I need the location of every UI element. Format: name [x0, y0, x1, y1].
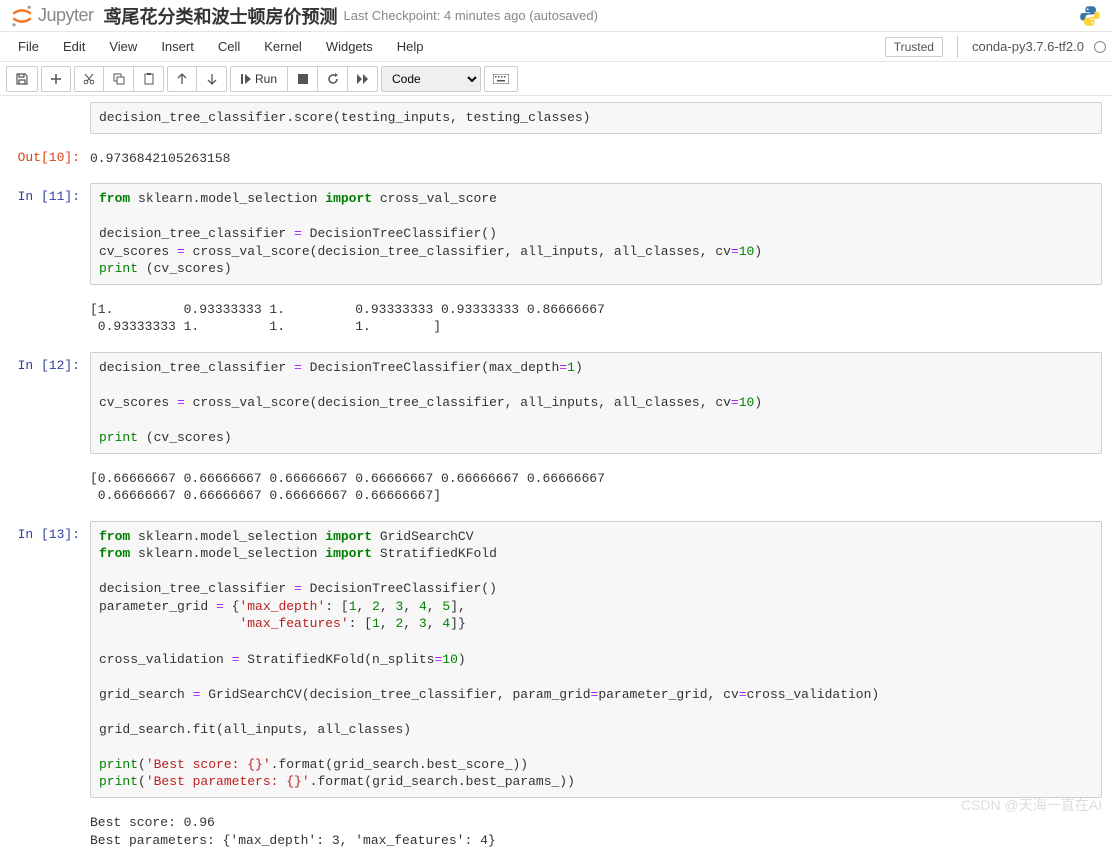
output-cell: [1. 0.93333333 1. 0.93333333 0.93333333 …: [0, 291, 1112, 346]
code-cell[interactable]: In [11]: from sklearn.model_selection im…: [0, 179, 1112, 289]
command-palette-button[interactable]: [484, 66, 518, 92]
menubar: File Edit View Insert Cell Kernel Widget…: [0, 32, 1112, 62]
kernel-name[interactable]: conda-py3.7.6-tf2.0: [972, 39, 1084, 54]
output-prompt: Out[10]:: [0, 144, 90, 174]
fast-forward-icon: [357, 74, 369, 84]
divider: [957, 36, 958, 58]
notebook-title[interactable]: 鸢尾花分类和波士顿房价预测: [104, 3, 338, 29]
stop-button[interactable]: [288, 66, 318, 92]
notebook-container: decision_tree_classifier.score(testing_i…: [0, 98, 1112, 859]
menu-help[interactable]: Help: [385, 35, 436, 58]
cell-type-select[interactable]: Code: [381, 66, 481, 92]
cell-output: [0.66666667 0.66666667 0.66666667 0.6666…: [90, 464, 1102, 511]
save-icon: [15, 72, 29, 86]
output-cell: [0.66666667 0.66666667 0.66666667 0.6666…: [0, 460, 1112, 515]
cell-output: 0.9736842105263158: [90, 144, 1102, 174]
move-up-button[interactable]: [167, 66, 197, 92]
output-prompt: [0, 808, 90, 855]
run-label: Run: [255, 72, 277, 86]
trusted-indicator[interactable]: Trusted: [885, 37, 943, 57]
menu-cell[interactable]: Cell: [206, 35, 252, 58]
input-prompt: In [12]:: [0, 352, 90, 454]
code-input[interactable]: from sklearn.model_selection import cros…: [90, 183, 1102, 285]
output-cell: Best score: 0.96 Best parameters: {'max_…: [0, 804, 1112, 859]
input-prompt: In [11]:: [0, 183, 90, 285]
restart-run-all-button[interactable]: [348, 66, 378, 92]
run-button[interactable]: Run: [230, 66, 288, 92]
input-prompt: [0, 102, 90, 134]
stop-icon: [298, 74, 308, 84]
menu-kernel[interactable]: Kernel: [252, 35, 314, 58]
menu-edit[interactable]: Edit: [51, 35, 97, 58]
code-input[interactable]: from sklearn.model_selection import Grid…: [90, 521, 1102, 798]
keyboard-icon: [493, 74, 509, 84]
menu-file[interactable]: File: [6, 35, 51, 58]
restart-icon: [327, 73, 339, 85]
paste-icon: [143, 73, 155, 85]
menu-widgets[interactable]: Widgets: [314, 35, 385, 58]
code-cell[interactable]: In [13]: from sklearn.model_selection im…: [0, 517, 1112, 802]
code-cell[interactable]: In [12]: decision_tree_classifier = Deci…: [0, 348, 1112, 458]
logo-text: Jupyter: [38, 5, 94, 26]
plus-icon: [50, 73, 62, 85]
arrow-down-icon: [207, 73, 217, 85]
code-input[interactable]: decision_tree_classifier.score(testing_i…: [90, 102, 1102, 134]
cell-output: Best score: 0.96 Best parameters: {'max_…: [90, 808, 1102, 855]
output-cell: Out[10]: 0.9736842105263158: [0, 140, 1112, 178]
save-button[interactable]: [6, 66, 38, 92]
add-cell-button[interactable]: [41, 66, 71, 92]
toolbar: Run Code: [0, 62, 1112, 96]
jupyter-logo[interactable]: Jupyter: [10, 4, 94, 28]
checkpoint-text: Last Checkpoint: 4 minutes ago (autosave…: [344, 8, 598, 23]
copy-button[interactable]: [104, 66, 134, 92]
paste-button[interactable]: [134, 66, 164, 92]
menu-insert[interactable]: Insert: [149, 35, 206, 58]
kernel-indicator-icon: [1094, 41, 1106, 53]
menu-view[interactable]: View: [97, 35, 149, 58]
arrow-up-icon: [177, 73, 187, 85]
cut-icon: [83, 73, 95, 85]
output-prompt: [0, 295, 90, 342]
move-down-button[interactable]: [197, 66, 227, 92]
jupyter-icon: [10, 4, 34, 28]
cell-output: [1. 0.93333333 1. 0.93333333 0.93333333 …: [90, 295, 1102, 342]
code-cell[interactable]: decision_tree_classifier.score(testing_i…: [0, 98, 1112, 138]
run-icon: [241, 73, 251, 85]
header: Jupyter 鸢尾花分类和波士顿房价预测 Last Checkpoint: 4…: [0, 0, 1112, 32]
input-prompt: In [13]:: [0, 521, 90, 798]
restart-button[interactable]: [318, 66, 348, 92]
code-input[interactable]: decision_tree_classifier = DecisionTreeC…: [90, 352, 1102, 454]
python-icon: [1078, 4, 1102, 28]
copy-icon: [113, 73, 125, 85]
cut-button[interactable]: [74, 66, 104, 92]
output-prompt: [0, 464, 90, 511]
